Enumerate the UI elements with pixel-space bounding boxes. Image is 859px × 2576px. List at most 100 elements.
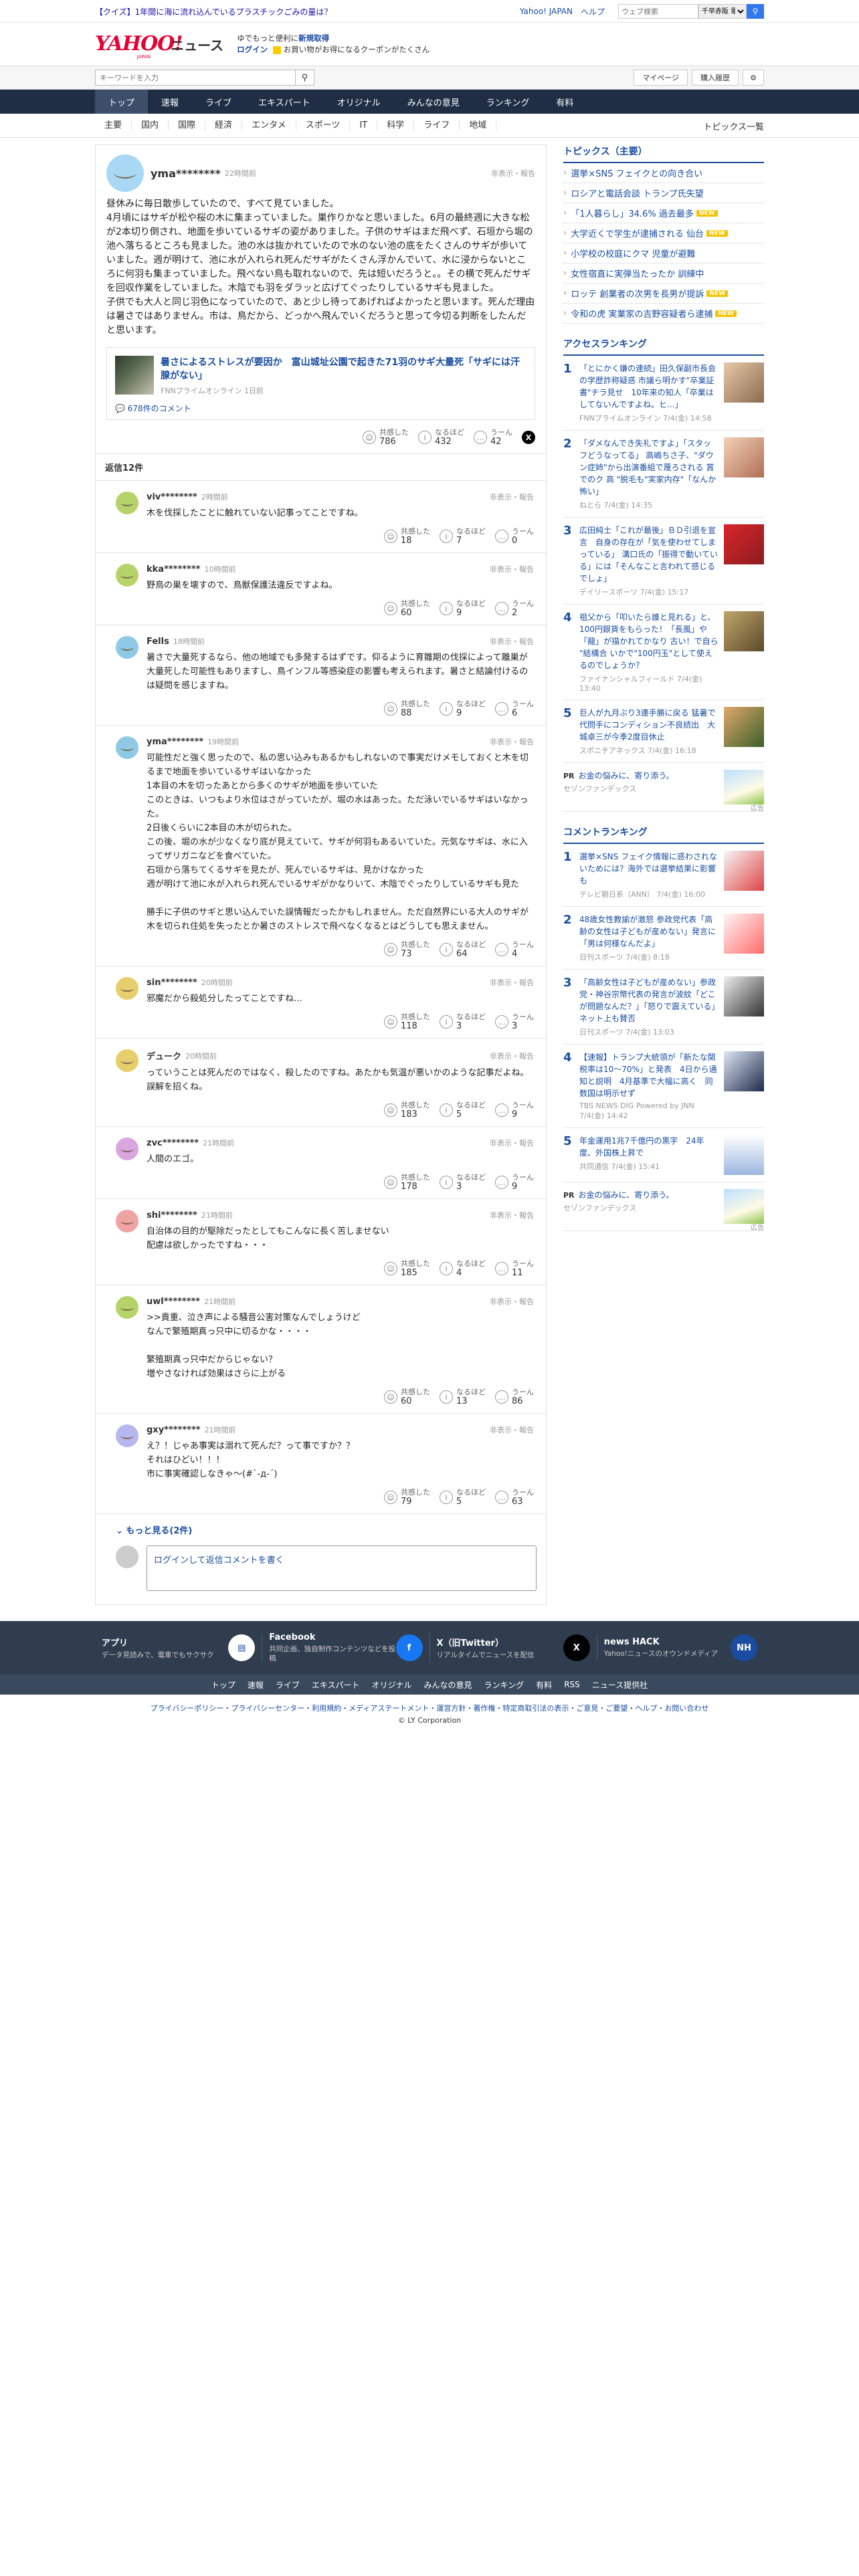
ranking-item[interactable]: 4 祖父から「叩いたら誰と見れる」と、100円銀貨をもらった！「長風」や「龍」が描… (563, 605, 764, 700)
kyokan-button[interactable]: ☺ 共感した 88 (384, 700, 430, 718)
help-link[interactable]: ヘルプ (581, 6, 605, 17)
topic-link[interactable]: 大学近くで学生が逮捕される 仙台NEW (563, 223, 764, 243)
gnav-ranking[interactable]: ランキング (473, 90, 543, 114)
kyokan-button[interactable]: ☺ 共感した 786 (363, 428, 409, 447)
footer-nav-link[interactable]: 速報 (248, 1679, 264, 1691)
report-link[interactable]: 非表示・報告 (490, 564, 534, 574)
ranking-title[interactable]: 年金運用1兆7千億円の黒字 24年度、外国株上昇で (579, 1135, 719, 1159)
ranking-title[interactable]: 祖父から「叩いたら誰と見れる」と、100円銀貨をもらった！「長風」や「龍」が描か… (579, 611, 719, 671)
naruhodo-button[interactable]: i なるほど 432 (418, 428, 464, 447)
gnav-original[interactable]: オリジナル (324, 90, 394, 114)
uun-button[interactable]: … うーん 11 (495, 1259, 534, 1278)
legal-links[interactable]: プライバシーポリシー・プライバシーセンター・利用規約・メディアステートメント・運… (0, 1703, 859, 1715)
uun-button[interactable]: … うーん 2 (495, 599, 534, 618)
naruhodo-button[interactable]: i なるほど 7 (440, 527, 486, 546)
topic-link[interactable]: 「1人暮らし」34.6% 過去最多NEW (563, 203, 764, 223)
footer-block[interactable]: news HACK Yahoo!ニュースのオウンドメディア NH (597, 1634, 764, 1661)
gnav-top[interactable]: トップ (95, 90, 149, 114)
ranking-item[interactable]: 2 48歳女性教諭が激怒 参政党代表「高齢の女性は子どもが産めない」発言に「男は何… (563, 907, 764, 970)
footer-nav-link[interactable]: みんなの意見 (424, 1679, 472, 1691)
uun-button[interactable]: … うーん 63 (495, 1488, 534, 1507)
pr-ad[interactable]: PR お金の悩みに、寄り添う。 セゾンファンデックス 広告 (563, 1182, 764, 1232)
ranking-item[interactable]: 5 巨人が九月ぶり3連手勝に戻る 猛暑で代問手にコンディション不良続出 大城卓三が… (563, 700, 764, 763)
cat-local[interactable]: 地域 (460, 121, 497, 130)
kyokan-button[interactable]: ☺ 共感した 183 (384, 1101, 430, 1119)
naruhodo-button[interactable]: i なるほど 5 (440, 1101, 486, 1119)
topic-link[interactable]: ロシアと電話会談 トランプ氏失望 (563, 183, 764, 203)
report-link[interactable]: 非表示・報告 (490, 736, 534, 747)
kyokan-button[interactable]: ☺ 共感した 79 (384, 1488, 430, 1507)
topic-link[interactable]: 女性宿直に実弾当たったか 訓練中 (563, 263, 764, 284)
yahoo-news-logo[interactable]: YAHOO! JAPAN ニュース (95, 34, 223, 60)
uun-button[interactable]: … うーん 9 (495, 1173, 534, 1192)
uun-button[interactable]: … うーん 4 (495, 940, 534, 959)
naruhodo-button[interactable]: i なるほど 9 (440, 599, 486, 618)
topic-link[interactable]: 選挙×SNS フェイクとの向き合い (563, 163, 764, 183)
uun-button[interactable]: … うーん 0 (495, 527, 534, 546)
topic-link[interactable]: 令和の虎 実業家の吉野容疑者ら逮捕NEW (563, 304, 764, 324)
cat-sports[interactable]: スポーツ (296, 121, 351, 130)
uun-button[interactable]: … うーん 9 (495, 1101, 534, 1119)
cat-domestic[interactable]: 国内 (132, 121, 169, 130)
footer-nav-link[interactable]: トップ (211, 1679, 235, 1691)
uun-button[interactable]: … うーん 3 (495, 1012, 534, 1031)
yahoo-japan-link[interactable]: Yahoo! JAPAN (520, 7, 573, 16)
ranking-item[interactable]: 5 年金運用1兆7千億円の黒字 24年度、外国株上昇で 共同通信 7/4(金) 15… (563, 1128, 764, 1182)
ranking-item[interactable]: 3 広田純士「これが最後」ＢＤ引退を宣言 自身の存在が「気を使わせてしまっている」… (563, 518, 764, 605)
report-link[interactable]: 非表示・報告 (490, 492, 534, 502)
naruhodo-button[interactable]: i なるほど 9 (440, 700, 486, 718)
keyword-search-input[interactable] (95, 70, 296, 86)
kyokan-button[interactable]: ☺ 共感した 118 (384, 1012, 430, 1031)
kyokan-button[interactable]: ☺ 共感した 18 (384, 527, 430, 546)
more-replies-button[interactable]: ⌄ もっと見る(2件) (96, 1514, 546, 1545)
signup-link[interactable]: 新規取得 (298, 33, 329, 43)
gear-icon[interactable]: ⚙ (743, 70, 764, 86)
history-button[interactable]: 購入履歴 (692, 70, 739, 86)
x-share-icon[interactable]: X (522, 431, 535, 444)
login-link[interactable]: ログイン (237, 45, 268, 54)
ranking-title[interactable]: 巨人が九月ぶり3連手勝に戻る 猛暑で代問手にコンディション不良続出 大城卓三が今… (579, 707, 719, 743)
ranking-item[interactable]: 1 選挙×SNS フェイク情報に惑わされないためには？海外では選挙結果に影響も テレ… (563, 844, 764, 907)
cat-world[interactable]: 国際 (169, 121, 206, 130)
article-title[interactable]: 暑さによるストレスが要因か 富山城址公園で起きた71羽のサギ大量死「サギには汗腺… (161, 356, 527, 383)
report-link[interactable]: 非表示・報告 (490, 1296, 534, 1307)
mypage-button[interactable]: マイページ (634, 70, 688, 86)
comment-count-link[interactable]: 💬 678件のコメント (115, 403, 527, 414)
cat-life[interactable]: ライフ (414, 121, 460, 130)
cat-business[interactable]: 経済 (205, 121, 243, 130)
naruhodo-button[interactable]: i なるほど 3 (440, 1173, 486, 1192)
gnav-opinions[interactable]: みんなの意見 (394, 90, 473, 114)
web-search-input[interactable] (618, 4, 698, 19)
cat-science[interactable]: 科学 (377, 121, 415, 130)
report-link[interactable]: 非表示・報告 (490, 1138, 534, 1148)
cat-main[interactable]: 主要 (95, 121, 132, 130)
footer-nav-link[interactable]: ランキング (484, 1679, 524, 1691)
report-link[interactable]: 非表示・報告 (490, 1424, 534, 1435)
ranking-title[interactable]: 選挙×SNS フェイク情報に惑わされないためには？海外では選挙結果に影響も (579, 851, 719, 887)
naruhodo-button[interactable]: i なるほど 64 (440, 940, 486, 959)
footer-nav-link[interactable]: ライブ (276, 1679, 300, 1691)
gnav-expert[interactable]: エキスパート (245, 90, 324, 114)
search-icon[interactable]: ⚲ (747, 4, 764, 19)
footer-block[interactable]: X（旧Twitter） リアルタイムでニュースを配信 X (430, 1634, 597, 1661)
uun-button[interactable]: … うーん 6 (495, 700, 534, 718)
ranking-item[interactable]: 3 「高齢女性は子どもが産めない」参政党・神谷宗幣代表の発言が波紋「どこが問題なん… (563, 970, 764, 1045)
ranking-title[interactable]: 「ダメなんでき失礼ですよ」「スタッフどうなってる」 高嶋ちさ子、"ダウン症姉"か… (579, 437, 719, 498)
article-card[interactable]: 暑さによるストレスが要因か 富山城址公園で起きた71羽のサギ大量死「サギには汗腺… (106, 347, 535, 420)
pr-ad[interactable]: PR お金の悩みに、寄り添う。 セゾンファンデックス 広告 (563, 763, 764, 813)
topics-all-link[interactable]: トピックス一覧 (703, 120, 764, 132)
naruhodo-button[interactable]: i なるほど 3 (440, 1012, 486, 1031)
report-link[interactable]: 非表示・報告 (490, 1210, 534, 1220)
kyokan-button[interactable]: ☺ 共感した 60 (384, 599, 430, 618)
ranking-title[interactable]: 「とにかく嫌の連続」田久保副市長会の学歴詐称疑惑 市議ら明かす"卒業証書"チラ見… (579, 362, 719, 411)
topic-link[interactable]: ロッテ 創業者の次男を長男が提訴NEW (563, 284, 764, 304)
footer-block[interactable]: アプリ データ見読みで、電車でもサクサク ▤ (95, 1634, 263, 1661)
kyokan-button[interactable]: ☺ 共感した 178 (384, 1173, 430, 1192)
topic-link[interactable]: 小学校の校庭にクマ 児童が避難 (563, 243, 764, 263)
ranking-item[interactable]: 2 「ダメなんでき失礼ですよ」「スタッフどうなってる」 高嶋ちさ子、"ダウン症姉"… (563, 431, 764, 518)
quiz-link[interactable]: 【クイズ】1年間に海に流れ込んでいるプラスチックごみの量は？ (95, 6, 520, 17)
gnav-live[interactable]: ライブ (192, 90, 245, 114)
footer-nav-link[interactable]: オリジナル (372, 1679, 412, 1691)
naruhodo-button[interactable]: i なるほど 4 (440, 1259, 486, 1278)
footer-nav-link[interactable]: RSS (564, 1680, 580, 1689)
